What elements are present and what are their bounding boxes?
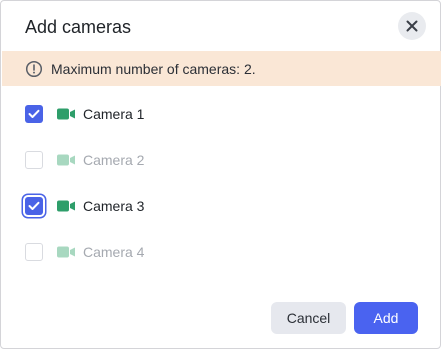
- video-camera-icon: [57, 200, 75, 212]
- close-button[interactable]: [398, 12, 426, 40]
- info-icon: [25, 60, 43, 78]
- checkmark-icon: [28, 201, 40, 210]
- add-cameras-dialog: Add cameras Maximum number of cameras: 2…: [0, 0, 441, 349]
- camera-item[interactable]: Camera 1: [25, 103, 144, 125]
- video-camera-icon: [57, 154, 75, 166]
- camera-checkbox: [25, 151, 43, 169]
- camera-checkbox: [25, 243, 43, 261]
- camera-label: Camera 2: [83, 152, 145, 168]
- camera-label: Camera 4: [83, 244, 145, 260]
- video-camera-icon: [57, 246, 75, 258]
- close-icon: [406, 20, 418, 32]
- banner-message: Maximum number of cameras: 2.: [51, 60, 256, 77]
- camera-item: Camera 4: [25, 241, 144, 263]
- camera-item[interactable]: Camera 3: [25, 195, 144, 217]
- camera-checkbox[interactable]: [25, 197, 43, 215]
- video-camera-icon: [57, 108, 75, 120]
- cancel-button[interactable]: Cancel: [271, 302, 346, 334]
- checkmark-icon: [28, 109, 40, 118]
- camera-label: Camera 1: [83, 106, 145, 122]
- camera-label: Camera 3: [83, 198, 145, 214]
- max-cameras-banner: Maximum number of cameras: 2.: [2, 51, 441, 86]
- camera-checkbox[interactable]: [25, 105, 43, 123]
- dialog-title: Add cameras: [25, 17, 132, 37]
- camera-item: Camera 2: [25, 149, 144, 171]
- add-button[interactable]: Add: [354, 302, 418, 334]
